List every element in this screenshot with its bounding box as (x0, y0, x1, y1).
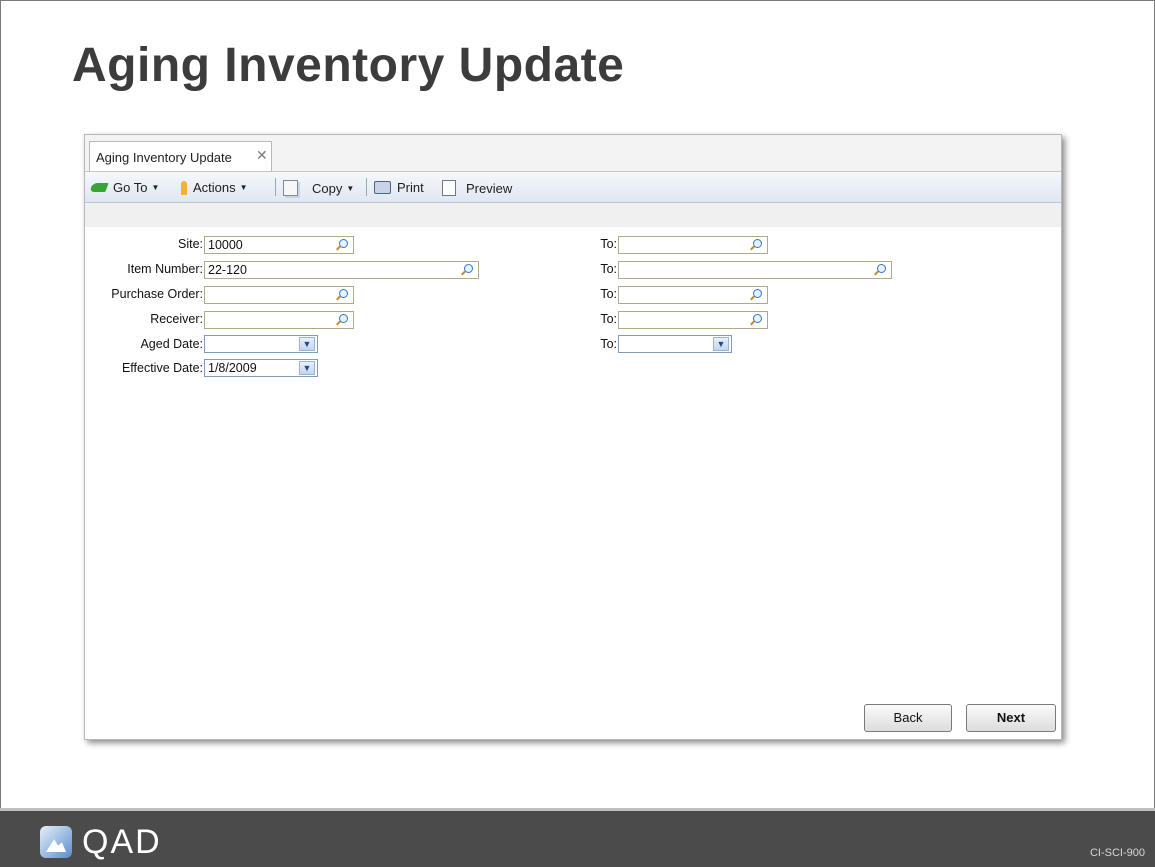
site-value: 10000 (208, 238, 243, 252)
actions-label: Actions (193, 180, 236, 195)
goto-label: Go To (113, 180, 148, 195)
slide-title: Aging Inventory Update (72, 39, 625, 92)
toolbar-divider (275, 178, 276, 196)
tab-label: Aging Inventory Update (96, 150, 232, 165)
qad-logo-text: QAD (82, 823, 162, 861)
item-number-value: 22-120 (208, 263, 247, 277)
qad-logo-icon (40, 826, 72, 858)
goto-menu-button[interactable]: Go To ▼ (89, 180, 160, 195)
site-to-input[interactable] (618, 236, 768, 254)
search-icon[interactable] (334, 287, 350, 303)
item-number-to-label: To: (600, 262, 617, 276)
toolbar-spacer-band (85, 203, 1061, 227)
search-icon[interactable] (748, 287, 764, 303)
effective-date-value: 1/8/2009 (208, 361, 257, 375)
tab-strip: Aging Inventory Update ✕ (85, 135, 1061, 172)
chevron-down-icon[interactable]: ▼ (713, 337, 729, 351)
search-icon[interactable] (872, 262, 888, 278)
effective-date-label: Effective Date: (121, 361, 203, 375)
pin-icon (181, 180, 187, 195)
search-icon[interactable] (334, 237, 350, 253)
aged-date-to-label: To: (600, 337, 617, 351)
receiver-to-input[interactable] (618, 311, 768, 329)
item-number-label: Item Number: (127, 262, 203, 276)
search-icon[interactable] (748, 312, 764, 328)
item-number-input[interactable]: 22-120 (204, 261, 479, 279)
next-button[interactable]: Next (966, 704, 1056, 732)
app-window: Aging Inventory Update ✕ Go To ▼ Actions… (84, 134, 1062, 740)
document-code: CI-SCI-900 (1089, 847, 1145, 859)
chevron-down-icon[interactable]: ▼ (299, 361, 315, 375)
chevron-down-icon[interactable]: ▼ (299, 337, 315, 351)
tab-aging-inventory-update[interactable]: Aging Inventory Update ✕ (89, 141, 272, 171)
print-label: Print (397, 180, 424, 195)
site-label: Site: (177, 237, 203, 251)
caret-down-icon: ▼ (346, 183, 355, 193)
item-number-to-input[interactable] (618, 261, 892, 279)
copy-menu-button[interactable]: Copy ▼ (283, 180, 354, 196)
caret-down-icon: ▼ (239, 183, 248, 192)
site-input[interactable]: 10000 (204, 236, 354, 254)
receiver-label: Receiver: (150, 312, 203, 326)
search-icon[interactable] (459, 262, 475, 278)
search-icon[interactable] (334, 312, 350, 328)
search-icon[interactable] (748, 237, 764, 253)
close-icon[interactable]: ✕ (256, 147, 268, 164)
goto-arrow-icon (89, 183, 109, 192)
preview-label: Preview (466, 180, 513, 196)
aged-date-to-picker[interactable]: ▼ (618, 335, 732, 353)
receiver-input[interactable] (204, 311, 354, 329)
footer-bar: QAD CI-SCI-900 (0, 811, 1155, 867)
purchase-order-label: Purchase Order: (111, 287, 203, 301)
receiver-to-label: To: (600, 312, 617, 326)
print-button[interactable]: Print (374, 180, 424, 195)
purchase-order-to-input[interactable] (618, 286, 768, 304)
copy-label: Copy (312, 180, 343, 196)
aged-date-picker[interactable]: ▼ (204, 335, 318, 353)
aged-date-label: Aged Date: (140, 337, 203, 351)
toolbar-divider (366, 178, 367, 196)
effective-date-picker[interactable]: 1/8/2009 ▼ (204, 359, 318, 377)
actions-menu-button[interactable]: Actions ▼ (181, 180, 248, 195)
copy-icon (283, 180, 298, 196)
caret-down-icon: ▼ (151, 183, 160, 192)
site-to-label: To: (600, 237, 617, 251)
printer-icon (374, 181, 391, 194)
preview-icon (442, 180, 456, 196)
toolbar: Go To ▼ Actions ▼ Copy ▼ Print Preview (85, 172, 1061, 203)
purchase-order-input[interactable] (204, 286, 354, 304)
purchase-order-to-label: To: (600, 287, 617, 301)
preview-button[interactable]: Preview (442, 180, 512, 196)
back-button[interactable]: Back (864, 704, 952, 732)
